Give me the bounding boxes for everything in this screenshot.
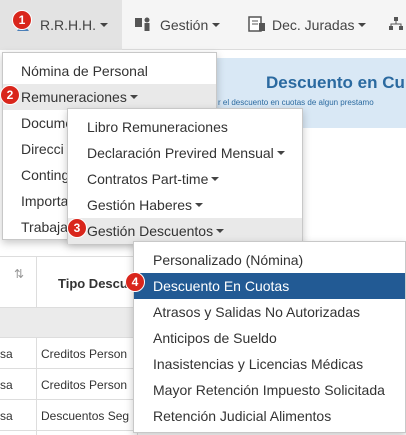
menu-item-gestion-haberes[interactable]: Gestión Haberes	[68, 192, 302, 218]
nav-more[interactable]	[388, 0, 406, 50]
menu-item-label: Personalizado (Nómina)	[153, 252, 304, 268]
menu-item-declaracion-previred[interactable]: Declaración Previred Mensual	[68, 140, 302, 166]
menu-item-anticipos[interactable]: Anticipos de Sueldo	[134, 325, 405, 351]
tree-icon	[388, 16, 404, 35]
menu-item-label: Conting	[21, 167, 70, 183]
gestion-descuentos-submenu: Personalizado (Nómina) Descuento En Cuot…	[133, 241, 406, 433]
document-icon	[248, 15, 266, 35]
nav-gestion[interactable]: Gestión	[134, 0, 221, 50]
step-badge-3: 3	[67, 218, 87, 238]
table-cell: sa	[0, 409, 13, 423]
menu-item-label: Nómina de Personal	[21, 63, 148, 79]
menu-item-label: Inasistencias y Licencias Médicas	[153, 356, 364, 372]
table-cell: sa	[0, 378, 13, 392]
menu-item-label: Direcci	[21, 141, 64, 157]
chevron-down-icon	[276, 151, 285, 155]
menu-item-inasistencias[interactable]: Inasistencias y Licencias Médicas	[134, 351, 405, 377]
menu-item-label: Contratos Part-time	[87, 171, 209, 187]
table-cell: Creditos Person	[41, 378, 128, 392]
chevron-down-icon	[100, 23, 108, 27]
top-navbar: R.R.H.H. Gestión Dec. Juradas	[0, 0, 406, 50]
menu-item-label: Remuneraciones	[21, 89, 127, 105]
page-title: Descuento en Cu	[266, 73, 405, 92]
menu-item-label: Descuento En Cuotas	[153, 278, 290, 294]
menu-item-label: Gestión Haberes	[87, 197, 193, 213]
menu-item-nomina[interactable]: Nómina de Personal	[3, 58, 216, 84]
menu-item-label: Importa	[21, 193, 69, 209]
step-badge-4: 4	[125, 272, 145, 292]
nav-gestion-label: Gestión	[160, 17, 209, 33]
workers-icon	[134, 16, 154, 35]
chevron-down-icon	[129, 95, 138, 99]
menu-item-label: Declaración Previred Mensual	[87, 145, 274, 161]
chevron-down-icon	[358, 23, 367, 27]
menu-item-label: Gestión Descuentos	[87, 223, 214, 239]
chevron-down-icon	[212, 23, 221, 27]
table-cell: Creditos Person	[41, 347, 128, 361]
menu-item-contratos-part-time[interactable]: Contratos Part-time	[68, 166, 302, 192]
nav-dec-juradas-label: Dec. Juradas	[272, 17, 355, 33]
menu-item-mayor-retencion[interactable]: Mayor Retención Impuesto Solicitada	[134, 377, 405, 403]
menu-item-descuento-en-cuotas[interactable]: Descuento En Cuotas	[134, 273, 405, 299]
menu-item-label: Trabaja	[21, 219, 68, 235]
column-header-tipo[interactable]: Tipo Descu	[58, 276, 128, 291]
menu-item-libro-remuneraciones[interactable]: Libro Remuneraciones	[68, 114, 302, 140]
menu-item-label: Docume	[21, 115, 74, 131]
menu-item-label: Mayor Retención Impuesto Solicitada	[153, 382, 385, 398]
nav-dec-juradas[interactable]: Dec. Juradas	[248, 0, 367, 50]
menu-item-label: Atrasos y Salidas No Autorizadas	[153, 304, 360, 320]
menu-item-remuneraciones[interactable]: Remuneraciones	[3, 84, 216, 110]
menu-item-label: Retención Judicial Alimentos	[153, 408, 332, 424]
menu-item-label: Anticipos de Sueldo	[153, 330, 277, 346]
chevron-down-icon	[216, 229, 225, 233]
step-badge-1: 1	[12, 10, 32, 30]
menu-item-retencion-judicial[interactable]: Retención Judicial Alimentos	[134, 403, 405, 429]
menu-item-label: Libro Remuneraciones	[87, 119, 228, 135]
chevron-down-icon	[211, 177, 220, 181]
table-cell: sa	[0, 347, 13, 361]
remuneraciones-submenu: Libro Remuneraciones Declaración Previre…	[67, 108, 303, 244]
sort-icon[interactable]: ⇅	[14, 267, 24, 281]
nav-rrhh-label: R.R.H.H.	[40, 17, 96, 33]
table-cell: Descuentos Seg	[41, 409, 130, 423]
chevron-down-icon	[195, 203, 204, 207]
step-badge-2: 2	[0, 85, 20, 105]
page-subtitle: r el descuento en cuotas de algun presta…	[218, 98, 374, 107]
menu-item-atrasos-salidas[interactable]: Atrasos y Salidas No Autorizadas	[134, 299, 405, 325]
menu-item-personalizado[interactable]: Personalizado (Nómina)	[134, 247, 405, 273]
